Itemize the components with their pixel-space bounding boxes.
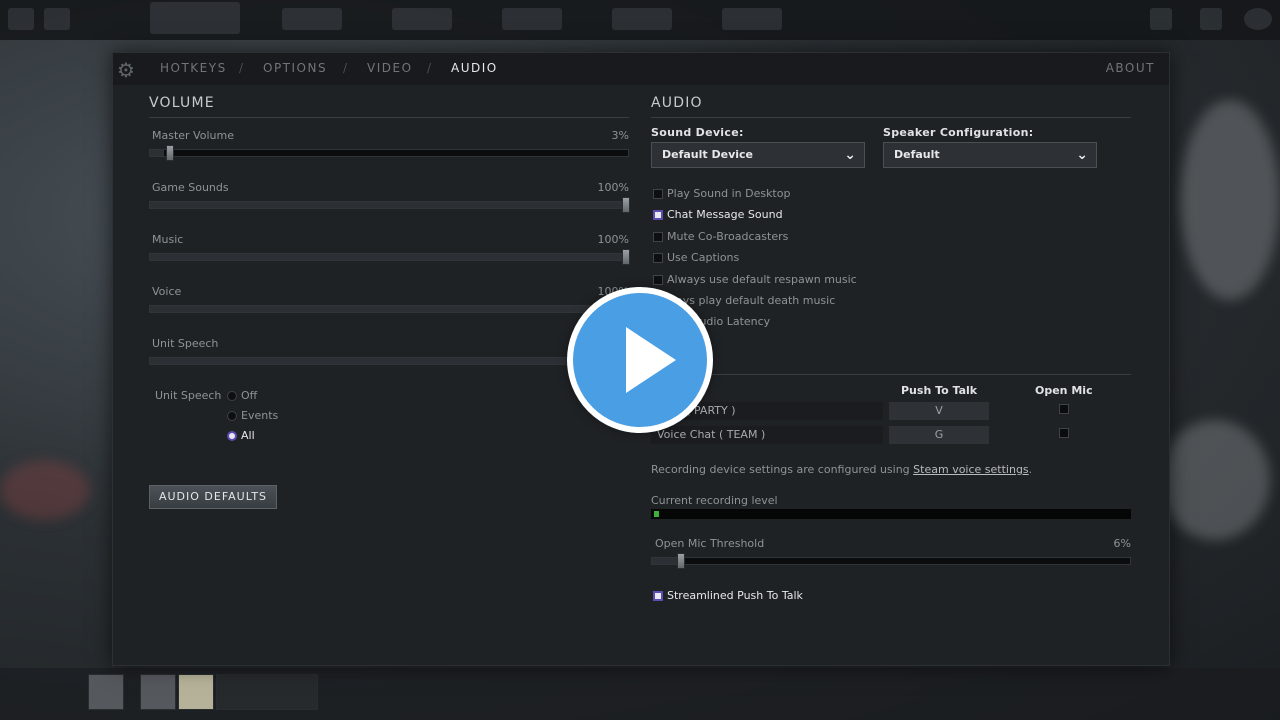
tab-audio[interactable]: AUDIO (451, 61, 498, 75)
party-open-mic-checkbox[interactable] (1059, 404, 1069, 414)
option-checkbox-label: Chat Message Sound (667, 208, 783, 222)
streamlined-ptt-checkbox[interactable] (653, 591, 663, 601)
streamlined-ptt-label: Streamlined Push To Talk (667, 589, 803, 602)
slider-fill (150, 254, 628, 260)
radio-off-label: Off (241, 389, 258, 402)
slider-fill (150, 358, 628, 364)
volume-slider-value: 100% (597, 181, 629, 194)
slider-handle[interactable] (622, 249, 630, 265)
sound-device-value: Default Device (662, 148, 754, 161)
slider-handle[interactable] (166, 145, 174, 161)
audio-divider (651, 117, 1131, 118)
option-checkbox[interactable] (653, 210, 663, 221)
tab-hotkeys[interactable]: HOTKEYS (160, 61, 227, 75)
play-button[interactable] (567, 287, 713, 433)
option-checkbox[interactable] (653, 253, 663, 264)
volume-slider[interactable] (149, 145, 629, 161)
option-checkbox[interactable] (653, 231, 663, 242)
radio-all[interactable] (227, 431, 237, 441)
tab-video[interactable]: VIDEO (367, 61, 413, 75)
about-link[interactable]: ABOUT (1106, 61, 1155, 75)
top-bar-background (0, 0, 1280, 40)
slider-handle[interactable] (622, 197, 630, 213)
volume-slider[interactable] (149, 249, 630, 265)
open-mic-threshold-slider[interactable] (651, 553, 1131, 569)
tab-options[interactable]: OPTIONS (263, 61, 327, 75)
volume-slider-value: 3% (611, 129, 629, 142)
open-mic-threshold-value: 6% (1113, 537, 1131, 550)
team-open-mic-checkbox[interactable] (1059, 428, 1069, 438)
volume-slider[interactable] (149, 197, 630, 213)
recording-level-meter (651, 509, 1131, 519)
volume-divider (149, 117, 629, 118)
radio-off[interactable] (227, 391, 237, 401)
chevron-down-icon: ⌄ (844, 147, 856, 163)
volume-slider-label: Game Sounds (152, 181, 229, 194)
volume-slider-label: Music (152, 233, 184, 246)
voice-divider (651, 374, 1131, 375)
chevron-down-icon: ⌄ (1076, 147, 1088, 163)
recording-level-fill (654, 511, 659, 517)
audio-title: AUDIO (651, 95, 703, 111)
option-checkbox-label: Mute Co-Broadcasters (667, 229, 789, 243)
speaker-config-dropdown[interactable]: Default ⌄ (883, 142, 1097, 168)
radio-all-label: All (241, 429, 255, 442)
option-checkbox[interactable] (653, 274, 663, 285)
volume-slider[interactable] (149, 301, 630, 317)
volume-slider-value: 100% (597, 233, 629, 246)
play-icon (626, 327, 676, 393)
steam-voice-settings-link[interactable]: Steam voice settings (913, 463, 1029, 476)
unit-speech-radio-label: Unit Speech (155, 389, 222, 402)
bottom-bar-background (0, 668, 1280, 720)
recording-note-text: Recording device settings are configured… (651, 463, 914, 476)
volume-slider-label: Voice (152, 285, 182, 298)
open-mic-threshold-label: Open Mic Threshold (655, 537, 765, 550)
team-hotkey[interactable]: G (889, 426, 989, 444)
recording-note: Recording device settings are configured… (651, 463, 1032, 476)
option-checkbox-label: Play Sound in Desktop (667, 187, 791, 200)
tab-separator: / (427, 61, 432, 75)
slider-fill (150, 306, 628, 312)
speaker-config-label: Speaker Configuration: (883, 126, 1034, 139)
slider-fill (150, 150, 165, 156)
radio-events[interactable] (227, 411, 237, 421)
tab-separator: / (343, 61, 348, 75)
option-checkbox[interactable] (653, 189, 663, 199)
volume-slider-label: Unit Speech (152, 337, 219, 350)
slider-fill (150, 202, 628, 208)
volume-title: VOLUME (149, 95, 215, 111)
push-to-talk-header: Push To Talk (901, 384, 978, 397)
recording-note-suffix: . (1028, 463, 1033, 476)
sound-device-dropdown[interactable]: Default Device ⌄ (651, 142, 865, 168)
volume-slider-label: Master Volume (152, 129, 234, 142)
threshold-handle[interactable] (676, 553, 685, 569)
gear-icon[interactable]: ⚙ (117, 59, 139, 81)
settings-nav: ⚙ HOTKEYS / OPTIONS / VIDEO / AUDIO ABOU… (113, 53, 1169, 85)
speaker-config-value: Default (894, 148, 940, 161)
party-hotkey[interactable]: V (889, 402, 989, 420)
radio-events-label: Events (241, 409, 279, 422)
sound-device-label: Sound Device: (651, 126, 744, 139)
tab-separator: / (239, 61, 244, 75)
voice-team-label: Voice Chat ( TEAM ) (651, 426, 883, 444)
option-checkbox-label: ways play default death music (667, 294, 836, 307)
volume-slider[interactable] (149, 353, 630, 369)
open-mic-header: Open Mic (1035, 384, 1093, 397)
audio-defaults-button[interactable]: AUDIO DEFAULTS (149, 485, 277, 509)
option-checkbox-label: Always use default respawn music (667, 272, 857, 286)
option-checkbox-label: Use Captions (667, 251, 740, 265)
recording-level-label: Current recording level (651, 494, 778, 507)
